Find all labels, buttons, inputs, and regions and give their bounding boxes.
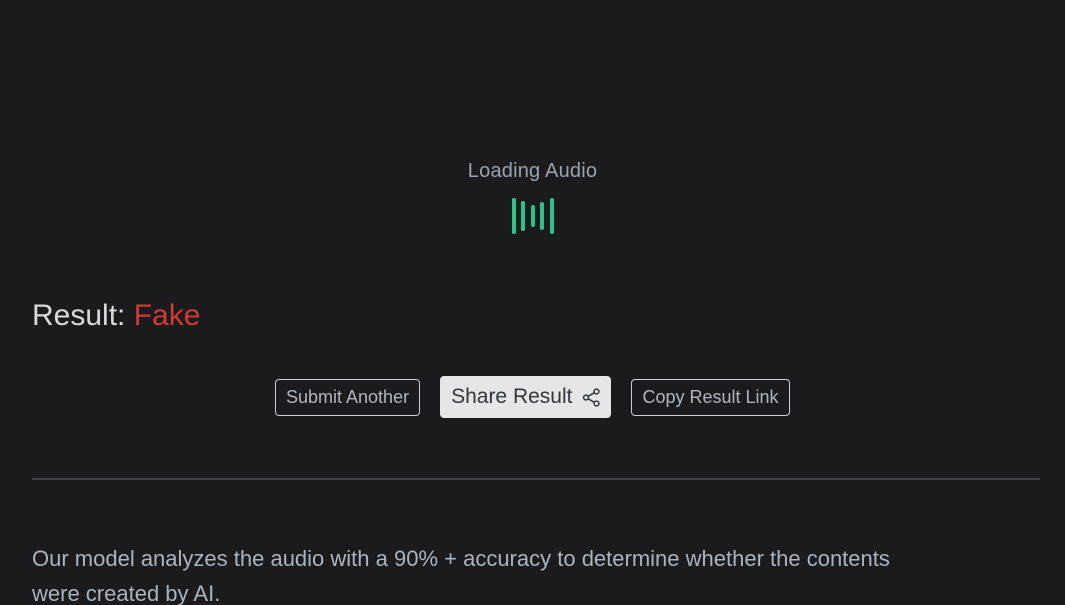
section-divider: [32, 478, 1040, 480]
copy-result-link-label: Copy Result Link: [642, 386, 779, 407]
wave-bar: [549, 198, 554, 234]
result-heading: Result: Fake: [32, 296, 200, 336]
result-prefix: Result:: [32, 299, 126, 332]
result-actions: Submit Another Share Result Copy Result …: [275, 376, 790, 418]
share-icon: [582, 387, 601, 407]
share-result-label: Share Result: [451, 385, 573, 408]
wave-bar: [511, 198, 516, 234]
wave-bar: [530, 205, 535, 227]
share-result-button[interactable]: Share Result: [440, 376, 612, 418]
audio-loading-panel: Loading Audio: [0, 158, 1065, 235]
wave-bar: [540, 202, 544, 230]
result-verdict: Fake: [133, 299, 201, 332]
model-description: Our model analyzes the audio with a 90% …: [32, 546, 890, 605]
submit-another-button[interactable]: Submit Another: [275, 378, 421, 416]
submit-another-label: Submit Another: [286, 386, 410, 407]
result-page: Loading Audio Result: Fake Submit Anothe…: [0, 0, 1065, 605]
wave-bar: [521, 201, 525, 231]
loading-audio-label: Loading Audio: [467, 160, 598, 182]
copy-result-link-button[interactable]: Copy Result Link: [631, 378, 790, 416]
audio-wave-icon: [511, 197, 554, 235]
